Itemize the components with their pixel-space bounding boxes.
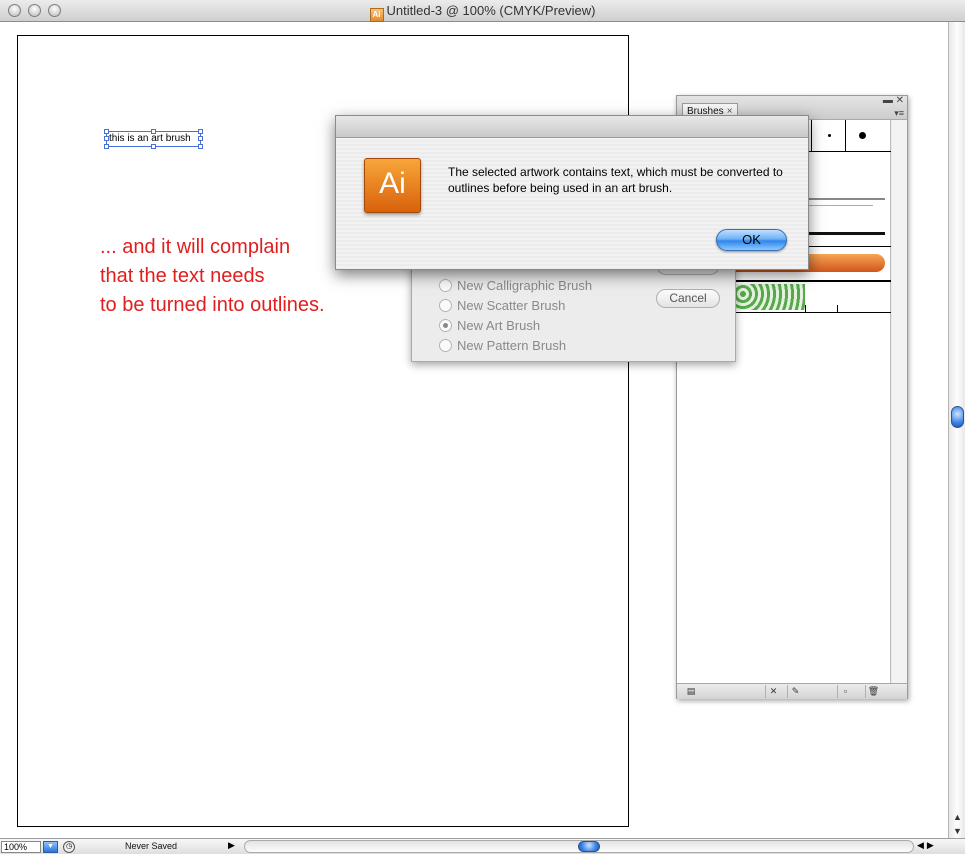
selection-handle-bm[interactable]	[151, 144, 156, 149]
brush-options-icon[interactable]: ✎	[787, 685, 803, 698]
window-title-wrap: Ai Untitled-3 @ 100% (CMYK/Preview)	[0, 3, 965, 22]
selection-handle-tm[interactable]	[151, 129, 156, 134]
selection-handle-mr[interactable]	[198, 136, 203, 141]
vertical-scrollbar[interactable]: ▲ ▼	[948, 22, 965, 838]
app-icon-label: Ai	[379, 167, 406, 200]
pattern-tick-2	[837, 305, 838, 313]
vertical-scroll-thumb[interactable]	[951, 406, 964, 428]
selection-handle-tl[interactable]	[104, 129, 109, 134]
radio-selected-icon[interactable]	[439, 319, 452, 332]
radio-new-art-brush[interactable]: New Art Brush	[439, 318, 540, 336]
brushes-panel-scrollbar[interactable]	[892, 120, 907, 683]
horizontal-scroll-thumb[interactable]	[578, 841, 600, 852]
alert-dialog: Ai The selected artwork contains text, w…	[335, 115, 809, 270]
pattern-tick-1	[805, 305, 806, 313]
radio-new-pattern-brush[interactable]: New Pattern Brush	[439, 338, 566, 356]
alert-message: The selected artwork contains text, whic…	[448, 165, 783, 195]
pattern-brush-swatch[interactable]	[733, 284, 805, 310]
annotation-line-3: to be turned into outlines.	[100, 294, 325, 316]
radio-new-scatter-brush[interactable]: New Scatter Brush	[439, 298, 565, 316]
annotation-line-1: ... and it will complain	[100, 236, 291, 258]
delete-brush-icon[interactable]: 🗑	[865, 685, 881, 698]
illustrator-app-icon: Ai	[364, 158, 421, 213]
radio-icon[interactable]	[439, 299, 452, 312]
panel-collapse-close-icon[interactable]: ▬ ✕	[883, 95, 904, 106]
annotation-text: ... and it will complain that the text n…	[100, 233, 325, 320]
status-text: Never Saved	[125, 841, 178, 851]
panel-menu-icon[interactable]: ▾≡	[894, 108, 904, 119]
brush-swatch-3[interactable]	[845, 120, 879, 152]
selection-handle-br[interactable]	[198, 144, 203, 149]
window-titlebar: Ai Untitled-3 @ 100% (CMYK/Preview)	[0, 0, 965, 22]
zoom-dropdown-chevron-icon[interactable]: ▼	[43, 841, 58, 853]
annotation-line-2: that the text needs	[100, 265, 265, 287]
horizontal-scroll-arrows-icon[interactable]: ◀▶	[917, 840, 937, 851]
selected-text-content: this is an art brush	[109, 133, 191, 144]
alert-titlebar	[336, 116, 808, 138]
new-brush-cancel-button[interactable]: Cancel	[656, 289, 720, 308]
radio-icon[interactable]	[439, 279, 452, 292]
radio-new-calligraphic-brush[interactable]: New Calligraphic Brush	[439, 278, 592, 296]
status-menu-arrow-icon[interactable]: ▶	[228, 840, 235, 851]
horizontal-scrollbar[interactable]	[244, 840, 914, 853]
selection-handle-tr[interactable]	[198, 129, 203, 134]
radio-label: New Calligraphic Brush	[457, 278, 593, 293]
selection-handle-ml[interactable]	[104, 136, 109, 141]
radio-label: New Scatter Brush	[457, 298, 566, 313]
radio-icon[interactable]	[439, 339, 452, 352]
document-icon: Ai	[369, 8, 384, 22]
brushes-panel-footer: ▤ ✕ ✎ ▫ 🗑	[677, 683, 907, 699]
window-title: Untitled-3 @ 100% (CMYK/Preview)	[386, 3, 596, 18]
scroll-down-arrow-icon[interactable]: ▼	[949, 824, 965, 838]
zoom-level-field[interactable]: 100%	[1, 841, 41, 853]
status-bar: 100% ▼ ◷ Never Saved ▶ ◀▶	[0, 838, 965, 854]
remove-stroke-icon[interactable]: ✕	[765, 685, 781, 698]
brush-swatch-2[interactable]	[811, 120, 845, 152]
radio-label: New Pattern Brush	[457, 338, 567, 353]
status-info-icon[interactable]: ◷	[63, 841, 75, 853]
alert-ok-button[interactable]: OK	[716, 229, 787, 251]
selection-handle-bl[interactable]	[104, 144, 109, 149]
new-brush-icon[interactable]: ▫	[837, 685, 853, 698]
brush-libraries-icon[interactable]: ▤	[683, 685, 699, 698]
radio-label: New Art Brush	[457, 318, 541, 333]
scroll-up-arrow-icon[interactable]: ▲	[949, 810, 965, 824]
